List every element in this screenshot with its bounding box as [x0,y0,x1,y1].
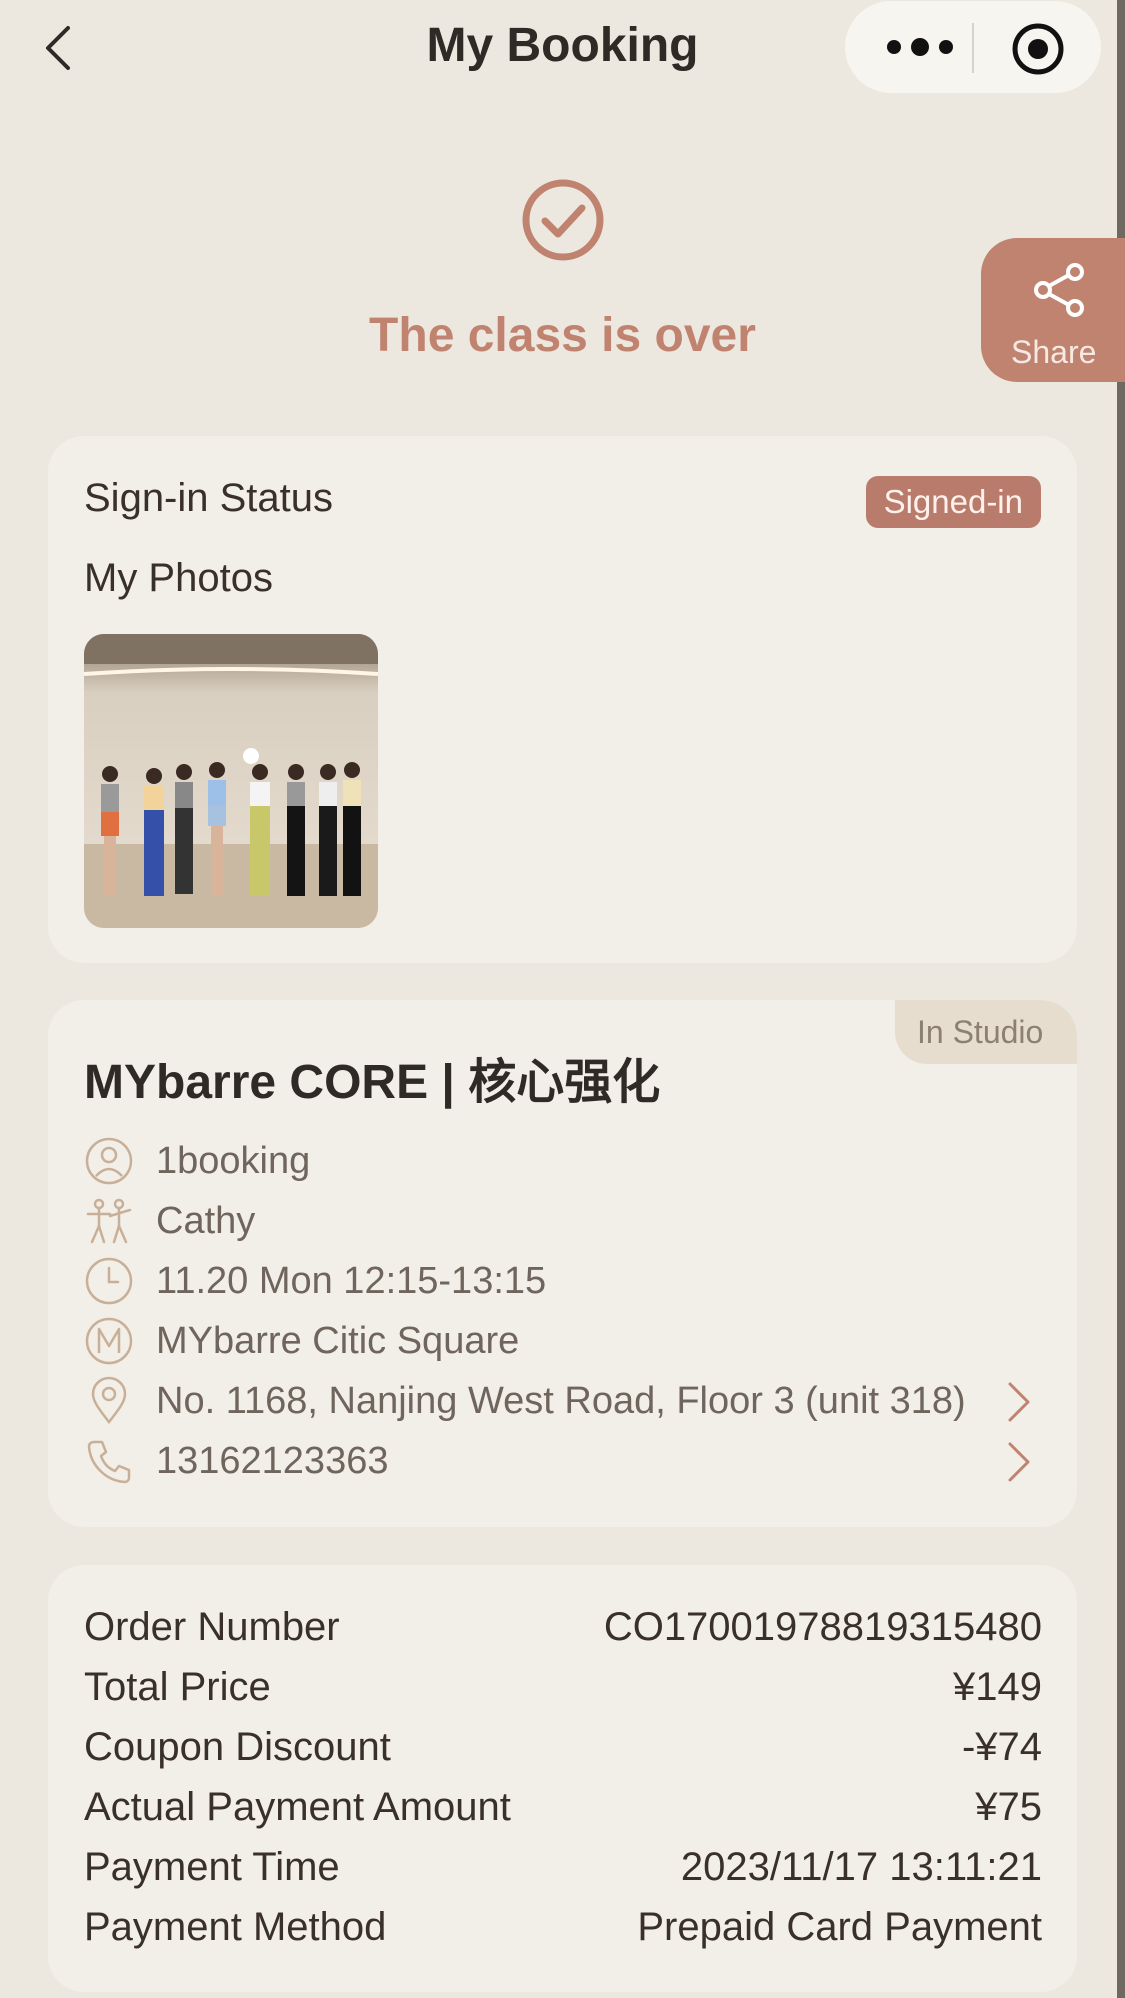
class-time-row: 11.20 Mon 12:15-13:15 [84,1250,1044,1310]
signin-status-label: Sign-in Status [84,476,334,520]
my-photos-label: My Photos [84,556,273,600]
order-details-card: Order Number CO17001978819315480 Total P… [48,1565,1077,1992]
coupon-discount-label: Coupon Discount [84,1725,391,1769]
status-badge: Signed-in [865,476,1041,528]
order-number-label: Order Number [84,1605,340,1649]
check-circle-icon [522,179,604,261]
phone-row[interactable]: 13162123363 [84,1430,1044,1490]
order-number-row: Order Number CO17001978819315480 [84,1601,1042,1661]
class-mode-tag: In Studio [895,1000,1077,1064]
coupon-discount-row: Coupon Discount -¥74 [84,1721,1042,1781]
instructor-name: Cathy [156,1200,256,1242]
class-time-text: 11.20 Mon 12:15-13:15 [156,1260,547,1302]
studio-name: MYbarre Citic Square [156,1320,520,1362]
payment-method-value: Prepaid Card Payment [637,1905,1042,1949]
actual-payment-label: Actual Payment Amount [84,1785,511,1829]
user-icon [85,1137,133,1185]
payment-time-label: Payment Time [84,1845,340,1889]
signin-card: Sign-in Status Signed-in My Photos [48,436,1077,963]
studio-logo-icon [85,1317,133,1365]
target-icon [1012,23,1064,75]
class-info-card: In Studio MYbarre CORE | 核心强化 1booking C… [48,1000,1077,1527]
chevron-right-icon [1008,1382,1030,1422]
total-price-row: Total Price ¥149 [84,1661,1042,1721]
class-photo-thumbnail[interactable] [84,634,378,928]
chevron-right-icon [1008,1442,1030,1482]
top-nav-bar: My Booking [0,0,1125,100]
close-mini-program-button[interactable] [1010,21,1066,77]
mini-program-capsule [845,1,1101,93]
payment-time-row: Payment Time 2023/11/17 13:11:21 [84,1841,1042,1901]
share-button[interactable]: Share [981,238,1125,382]
share-label: Share [1011,334,1097,370]
phone-icon [87,1440,131,1484]
more-options-button[interactable] [880,27,960,67]
booking-count-text: 1booking [156,1140,311,1182]
clock-icon [85,1257,133,1305]
class-mode-label: In Studio [917,1014,1044,1050]
actual-payment-value: ¥75 [975,1785,1042,1829]
class-status-text: The class is over [369,309,756,362]
address-row[interactable]: No. 1168, Nanjing West Road, Floor 3 (un… [84,1370,1044,1430]
more-dots-icon [887,38,953,56]
coupon-discount-value: -¥74 [961,1725,1042,1769]
total-price-label: Total Price [84,1665,271,1709]
class-title: MYbarre CORE | 核心强化 [84,1056,661,1109]
payment-method-row: Payment Method Prepaid Card Payment [84,1901,1042,1961]
group-photo-image [84,634,378,928]
actual-payment-row: Actual Payment Amount ¥75 [84,1781,1042,1841]
order-number-value: CO17001978819315480 [603,1605,1042,1649]
studio-row: MYbarre Citic Square [84,1310,1044,1370]
payment-method-label: Payment Method [84,1905,387,1949]
location-pin-icon [91,1376,127,1425]
capsule-divider [972,23,974,73]
payment-time-value: 2023/11/17 13:11:21 [680,1845,1042,1889]
instructor-row: Cathy [84,1190,1044,1250]
total-price-value: ¥149 [953,1665,1042,1709]
studio-address: No. 1168, Nanjing West Road, Floor 3 (un… [156,1380,966,1422]
studio-phone: 13162123363 [156,1440,389,1482]
share-icon [1034,263,1084,317]
instructor-icon [86,1198,132,1244]
booking-count-row: 1booking [84,1130,1044,1190]
